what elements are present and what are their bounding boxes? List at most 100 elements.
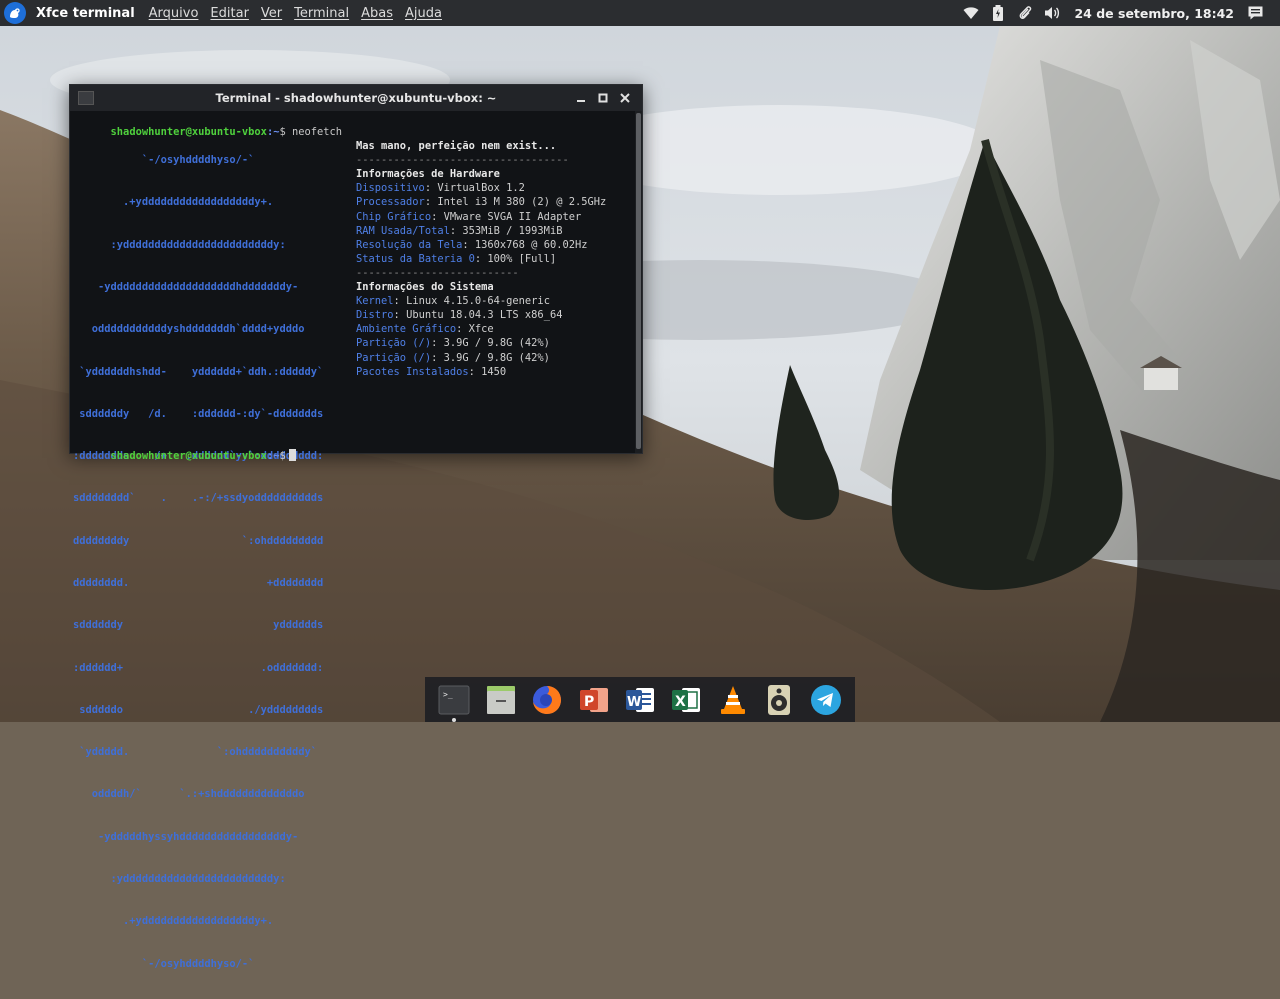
logo-line: sdddddo ./ydddddddds [73, 703, 324, 716]
motto: Mas mano, perfeição nem exist... [356, 140, 557, 153]
terminal-titlebar[interactable]: Terminal - shadowhunter@xubuntu-vbox: ~ [70, 85, 642, 111]
audio-player-icon[interactable] [762, 683, 796, 717]
info-value: 1360x768 @ 60.02Hz [474, 238, 588, 251]
info-row: Distro: Ubuntu 18.04.3 LTS x86_64 [356, 309, 563, 322]
word-icon[interactable]: W [623, 683, 657, 717]
active-prompt-line[interactable]: shadowhunter@xubuntu-vbox:~$ [73, 435, 296, 477]
info-row: Partição (/): 3.9G / 9.8G (42%) [356, 351, 550, 364]
info-row: Processador: Intel i3 M 380 (2) @ 2.5GHz [356, 196, 607, 209]
info-row: Pacotes Instalados: 1450 [356, 365, 507, 378]
logo-line: `-/osyhddddhyso/-` [73, 957, 255, 970]
prompt-user: shadowhunter@xubuntu-vbox [110, 450, 267, 463]
system-header: Informações do Sistema [356, 281, 494, 294]
logo-line: `yddddd. `:ohddddddddddy` [73, 746, 317, 759]
telegram-icon[interactable] [809, 683, 843, 717]
info-key: Chip Gráfico [356, 210, 432, 223]
dock: >_ P W X [425, 677, 855, 722]
menu-editar[interactable]: Editar [210, 6, 249, 21]
scrollbar-thumb[interactable] [636, 113, 641, 449]
menu-abas[interactable]: Abas [361, 6, 393, 21]
neofetch-info: Mas mano, perfeição nem exist... -------… [356, 125, 606, 379]
info-value: VirtualBox 1.2 [437, 182, 525, 195]
terminal-scrollbar[interactable] [635, 111, 642, 453]
maximize-button[interactable] [592, 88, 614, 108]
info-value: 1450 [481, 365, 507, 378]
info-row: Chip Gráfico: VMware SVGA II Adapter [356, 210, 582, 223]
terminal-content[interactable]: shadowhunter@xubuntu-vbox:~$ neofetch `-… [70, 111, 634, 969]
info-value: 100% [Full] [487, 252, 557, 265]
menu-ajuda[interactable]: Ajuda [405, 6, 442, 21]
info-value: Xfce [468, 323, 494, 336]
menu-terminal[interactable]: Terminal [294, 6, 349, 21]
terminal-window[interactable]: Terminal - shadowhunter@xubuntu-vbox: ~ … [69, 84, 643, 970]
separator: ---------------------------------- [356, 154, 569, 167]
hardware-header: Informações de Hardware [356, 168, 500, 181]
logo-line: `yddddddhshdd- ydddddd+`ddh.:dddddy` [73, 365, 324, 378]
clock[interactable]: 24 de setembro, 18:42 [1074, 6, 1234, 21]
menu-ver[interactable]: Ver [261, 6, 282, 21]
svg-text:X: X [675, 694, 686, 710]
info-key: Ambiente Gráfico [356, 323, 457, 336]
terminal-title: Terminal - shadowhunter@xubuntu-vbox: ~ [215, 91, 497, 105]
info-key: Processador [356, 196, 425, 209]
wifi-icon[interactable] [962, 4, 980, 22]
notifications-icon[interactable] [1246, 4, 1264, 22]
logo-line: sddddddy /d. :dddddd-:dy`-ddddddds [73, 407, 324, 420]
logo-line: ddddddddy `:ohddddddddd [73, 534, 324, 547]
logo-line: :dddddd+ .oddddddd: [73, 661, 324, 674]
info-value: 3.9G / 9.8G (42%) [443, 337, 550, 350]
xfce-menu-icon[interactable] [4, 2, 26, 24]
info-key: Dispositivo [356, 182, 425, 195]
svg-text:>_: >_ [443, 690, 453, 699]
info-value: Ubuntu 18.04.3 LTS x86_64 [406, 309, 563, 322]
top-panel: Xfce terminal Arquivo Editar Ver Termina… [0, 0, 1280, 26]
info-row: Status da Bateria 0: 100% [Full] [356, 252, 557, 265]
prompt-symbol: $ [279, 450, 286, 463]
info-key: RAM Usada/Total [356, 224, 450, 237]
info-key: Resolução da Tela [356, 238, 463, 251]
battery-icon[interactable] [989, 4, 1007, 22]
info-value: Intel i3 M 380 (2) @ 2.5GHz [437, 196, 607, 209]
svg-text:P: P [584, 694, 594, 710]
separator: -------------------------- [356, 266, 519, 279]
firefox-icon[interactable] [530, 683, 564, 717]
text-cursor [288, 449, 296, 462]
logo-line: :yddddddddddddddddddddddddy: [73, 238, 286, 251]
prompt-path: :~ [266, 450, 280, 463]
terminal-window-icon [78, 91, 94, 105]
excel-icon[interactable]: X [669, 683, 703, 717]
powerpoint-icon[interactable]: P [577, 683, 611, 717]
info-value: 3.9G / 9.8G (42%) [443, 351, 550, 364]
info-row: Dispositivo: VirtualBox 1.2 [356, 182, 525, 195]
terminal-icon[interactable]: >_ [437, 683, 471, 722]
info-key: Partição (/) [356, 351, 432, 364]
info-key: Kernel [356, 295, 394, 308]
logo-line: sdddddddd` . .-:/+ssdyodddddddddds [73, 492, 324, 505]
info-row: Partição (/): 3.9G / 9.8G (42%) [356, 337, 550, 350]
volume-icon[interactable] [1043, 4, 1061, 22]
logo-line: .+yddddddddddddddddddy+. [73, 196, 274, 209]
close-button[interactable] [614, 88, 636, 108]
logo-line: `-/osyhddddhyso/-` [73, 154, 255, 167]
logo-line: .+yddddddddddddddddddy+. [73, 915, 274, 928]
info-key: Status da Bateria 0 [356, 252, 475, 265]
info-value: 353MiB / 1993MiB [462, 224, 563, 237]
minimize-button[interactable] [570, 88, 592, 108]
logo-line: -ydddddhyssyhdddddddddddddddddy- [73, 830, 299, 843]
vlc-icon[interactable] [716, 683, 750, 717]
menu-arquivo[interactable]: Arquivo [149, 6, 199, 21]
ubuntu-ascii-logo: `-/osyhddddhyso/-` .+ydddddddddddddddddd… [73, 125, 323, 999]
info-key: Distro [356, 309, 394, 322]
logo-line: :yddddddddddddddddddddddddy: [73, 872, 286, 885]
logo-line: dddddddd. +dddddddd [73, 577, 324, 589]
info-value: VMware SVGA II Adapter [443, 210, 582, 223]
logo-line: -yddddddddddddddddddddhdddddddy- [73, 281, 299, 294]
file-manager-icon[interactable] [484, 683, 518, 717]
info-row: Ambiente Gráfico: Xfce [356, 323, 494, 336]
clip-icon[interactable] [1016, 4, 1034, 22]
system-tray: 24 de setembro, 18:42 [962, 0, 1280, 26]
info-key: Partição (/) [356, 337, 432, 350]
info-row: Kernel: Linux 4.15.0-64-generic [356, 295, 550, 308]
logo-line: oddddh/` `.:+shdddddddddddddo [73, 788, 305, 801]
